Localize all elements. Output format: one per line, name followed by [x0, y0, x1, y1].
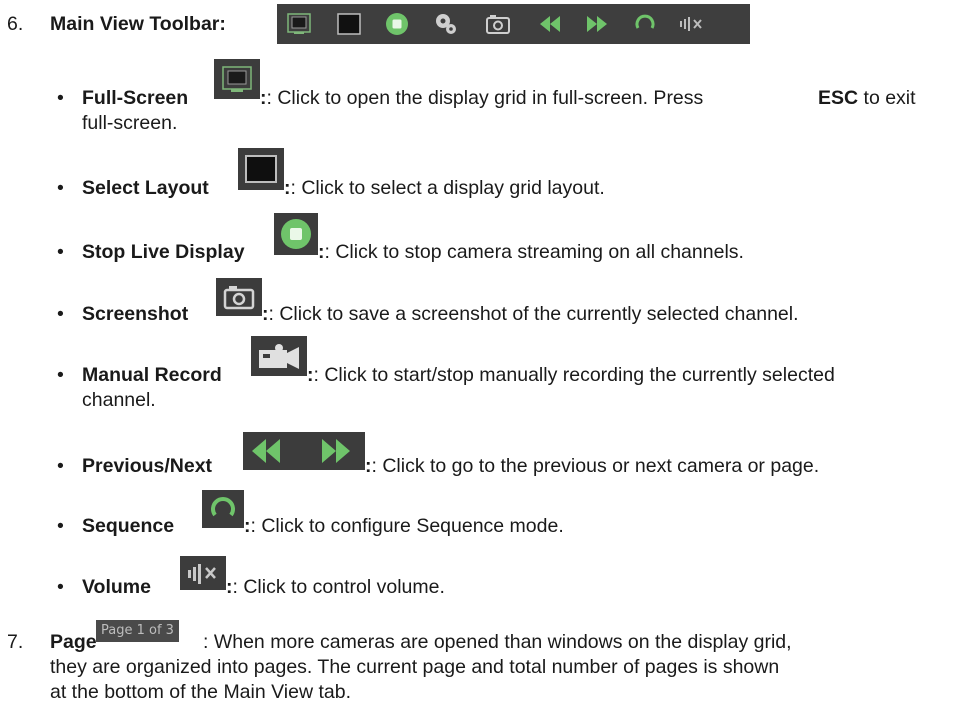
page-indicator: Page 1 of 3	[96, 620, 179, 642]
item-title-page: Page	[50, 630, 97, 654]
record-icon	[251, 336, 307, 376]
screenshot-icon	[484, 10, 512, 38]
bullet-fullscreen: Full-Screen	[82, 86, 188, 110]
bullet-label: Stop Live Display	[82, 241, 245, 263]
bullet-manual-record-line2: channel.	[82, 389, 156, 411]
bullet-label: Volume	[82, 576, 151, 598]
screenshot-icon	[216, 278, 262, 316]
item-title-text: Main View Toolbar:	[50, 13, 226, 35]
item-number-7: 7.	[7, 631, 24, 653]
bullet-volume-text: :: Click to control volume.	[226, 576, 445, 598]
bullet-text: : Click to configure Sequence mode.	[250, 515, 564, 537]
page-description-line2: they are organized into pages. The curre…	[50, 656, 780, 678]
layout-icon	[238, 148, 284, 190]
bullet-text: : Click to open the display grid in full…	[266, 87, 704, 109]
bullet-marker: •	[57, 576, 64, 598]
bullet-text: : Click to control volume.	[232, 576, 445, 598]
sequence-icon	[631, 10, 659, 38]
bullet-manual-record: Manual Record	[82, 363, 222, 387]
bullet-text: : Click to save a screenshot of the curr…	[268, 303, 799, 325]
bullet-fullscreen-line2: full-screen.	[82, 112, 178, 134]
fullscreen-icon	[285, 10, 313, 38]
esc-key-label: ESC	[818, 87, 859, 109]
record-icon	[432, 10, 460, 38]
volume-icon	[677, 10, 705, 38]
bullet-label: Manual Record	[82, 364, 222, 386]
bullet-label: Select Layout	[82, 177, 209, 199]
bullet-volume: Volume	[82, 575, 151, 599]
previous-icon	[536, 10, 564, 38]
stop-live-icon	[383, 10, 411, 38]
previous-next-icons	[243, 432, 365, 470]
bullet-label: Sequence	[82, 515, 175, 537]
sequence-icon	[202, 490, 244, 528]
page-description-line1: : When more cameras are opened than wind…	[203, 631, 792, 653]
layout-icon	[335, 10, 363, 38]
bullet-screenshot-text: :: Click to save a screenshot of the cur…	[262, 303, 799, 325]
bullet-marker: •	[57, 241, 64, 263]
bullet-sequence-text: :: Click to configure Sequence mode.	[244, 515, 564, 537]
volume-icon	[180, 556, 226, 590]
bullet-fullscreen-text: :: Click to open the display grid in ful…	[260, 87, 704, 109]
esc-key: ESC to exit	[818, 86, 916, 110]
bullet-sequence: Sequence	[82, 514, 174, 538]
bullet-stop-live-text: :: Click to stop camera streaming on all…	[318, 241, 744, 263]
item-title-text: Page	[50, 631, 97, 653]
bullet-manual-record-text: :: Click to start/stop manually recordin…	[307, 364, 835, 386]
bullet-select-layout-text: :: Click to select a display grid layout…	[284, 177, 605, 199]
next-icon	[583, 10, 611, 38]
item-number-6: 6.	[7, 13, 24, 35]
document-page: 6. Main View Toolbar: • Full-Screen:: C…	[0, 0, 964, 719]
previous-next-icon	[252, 439, 350, 463]
stop-live-icon	[274, 213, 318, 255]
main-view-toolbar-image	[277, 4, 750, 44]
bullet-text: : Click to start/stop manually recording…	[313, 364, 835, 386]
item-title-main-view-toolbar: Main View Toolbar:	[50, 12, 226, 36]
bullet-label: Previous/Next	[82, 455, 213, 477]
bullet-marker: •	[57, 87, 64, 109]
bullet-marker: •	[57, 515, 64, 537]
bullet-marker: •	[57, 303, 64, 325]
bullet-marker: •	[57, 455, 64, 477]
bullet-marker: •	[57, 364, 64, 386]
fullscreen-icon	[214, 59, 260, 99]
bullet-text-after: to exit	[858, 87, 916, 109]
bullet-label: Full-Screen	[82, 87, 189, 109]
bullet-screenshot: Screenshot	[82, 302, 188, 326]
bullet-marker: •	[57, 177, 64, 199]
bullet-stop-live: Stop Live Display	[82, 240, 245, 264]
bullet-previous-next-text: :: Click to go to the previous or next c…	[365, 455, 820, 477]
bullet-label: Screenshot	[82, 303, 189, 325]
page-description-line3: at the bottom of the Main View tab.	[50, 681, 351, 703]
bullet-select-layout: Select Layout	[82, 176, 209, 200]
bullet-text: : Click to stop camera streaming on all …	[324, 241, 744, 263]
bullet-text: : Click to select a display grid layout.	[290, 177, 605, 199]
bullet-previous-next: Previous/Next	[82, 454, 212, 478]
bullet-text: : Click to go to the previous or next ca…	[371, 455, 820, 477]
